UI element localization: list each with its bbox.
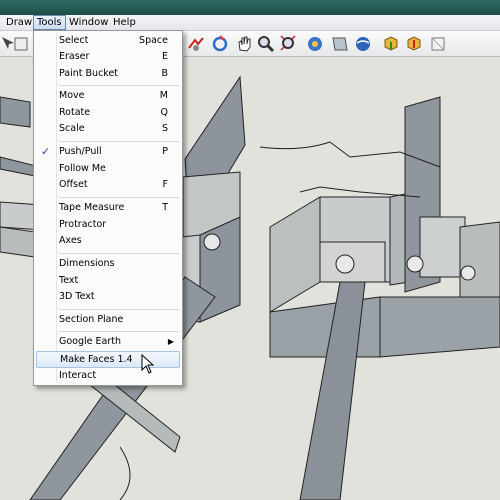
menu-item-label: Section Plane [59, 314, 124, 325]
menu-bar: Draw Tools Window Help [0, 15, 500, 31]
follow-me-tool-icon[interactable] [186, 34, 206, 54]
menu-item-dimensions[interactable]: Dimensions [36, 256, 180, 272]
menu-item-label: Text [59, 275, 79, 286]
menu-item-push-pull[interactable]: ✓ Push/Pull P [36, 144, 180, 160]
components-tool-icon[interactable] [428, 34, 448, 54]
menu-item-rotate[interactable]: Rotate Q [36, 105, 180, 121]
menu-separator [59, 309, 179, 310]
menu-item-google-earth[interactable]: Google Earth ▶ [36, 334, 180, 350]
menu-item-label: Tape Measure [59, 202, 125, 213]
previous-view-tool-icon[interactable] [305, 34, 325, 54]
menu-item-shortcut: B [161, 68, 168, 79]
menu-item-shortcut: S [161, 123, 168, 134]
paint-tool-icon[interactable] [12, 34, 32, 54]
menu-help[interactable]: Help [110, 16, 139, 29]
zoom-extents-tool-icon[interactable] [279, 34, 299, 54]
menu-item-label: Move [59, 90, 85, 101]
menu-window[interactable]: Window [66, 16, 111, 29]
menu-item-shortcut: Q [160, 107, 168, 118]
menu-item-text[interactable]: Text [36, 273, 180, 289]
menu-item-shortcut: F [162, 179, 168, 190]
menu-item-label: Protractor [59, 219, 107, 230]
menu-item-shortcut: M [159, 90, 168, 101]
menu-item-move[interactable]: Move M [36, 88, 180, 104]
menu-item-label: Eraser [59, 51, 90, 62]
menu-item-shortcut: T [162, 202, 168, 213]
menu-draw[interactable]: Draw [3, 16, 35, 29]
menu-item-make-faces[interactable]: Make Faces 1.4 [36, 351, 180, 368]
menu-item-label: Offset [59, 179, 88, 190]
menu-item-label: Google Earth [59, 336, 121, 347]
menu-item-3d-text[interactable]: 3D Text [36, 289, 180, 305]
menu-tools[interactable]: Tools [33, 15, 66, 30]
checkmark-icon: ✓ [41, 145, 51, 158]
get-models-tool-icon[interactable] [381, 34, 401, 54]
google-earth-tool-icon[interactable] [353, 34, 373, 54]
menu-separator [59, 141, 179, 142]
menu-item-label: Scale [59, 123, 85, 134]
pan-tool-icon[interactable] [235, 34, 255, 54]
orbit-tool-icon[interactable] [210, 34, 230, 54]
share-model-tool-icon[interactable] [404, 34, 424, 54]
menu-item-label: 3D Text [59, 291, 95, 302]
menu-item-interact[interactable]: Interact [36, 368, 180, 384]
menu-item-offset[interactable]: Offset F [36, 177, 180, 193]
menu-separator [59, 197, 179, 198]
menu-item-shortcut: E [161, 51, 168, 62]
zoom-tool-icon[interactable] [256, 34, 276, 54]
menu-item-section-plane[interactable]: Section Plane [36, 312, 180, 328]
menu-item-shortcut: Space [139, 35, 168, 46]
menu-item-label: Axes [59, 235, 82, 246]
window-title-bar [0, 0, 500, 15]
menu-separator [59, 85, 179, 86]
menu-item-axes[interactable]: Axes [36, 233, 180, 249]
menu-item-scale[interactable]: Scale S [36, 121, 180, 137]
menu-separator [59, 253, 179, 254]
menu-item-shortcut: P [162, 146, 168, 157]
menu-item-label: Select [59, 35, 89, 46]
menu-item-follow-me[interactable]: Follow Me [36, 161, 180, 177]
menu-item-label: Follow Me [59, 163, 106, 174]
menu-item-label: Make Faces 1.4 [60, 354, 133, 365]
menu-item-label: Paint Bucket [59, 68, 119, 79]
menu-separator [59, 331, 179, 332]
tools-menu: Select Space Eraser E Paint Bucket B Mov… [33, 30, 183, 386]
menu-item-label: Push/Pull [59, 146, 102, 157]
camera-tool-icon[interactable] [330, 34, 350, 54]
menu-item-select[interactable]: Select Space [36, 33, 180, 49]
menu-item-label: Interact [59, 370, 97, 381]
menu-item-label: Dimensions [59, 258, 115, 269]
menu-item-eraser[interactable]: Eraser E [36, 49, 180, 65]
menu-item-tape-measure[interactable]: Tape Measure T [36, 200, 180, 216]
menu-item-label: Rotate [59, 107, 91, 118]
menu-item-paint-bucket[interactable]: Paint Bucket B [36, 66, 180, 82]
menu-item-protractor[interactable]: Protractor [36, 217, 180, 233]
submenu-arrow-icon: ▶ [167, 337, 174, 346]
mouse-cursor-icon [141, 354, 155, 374]
